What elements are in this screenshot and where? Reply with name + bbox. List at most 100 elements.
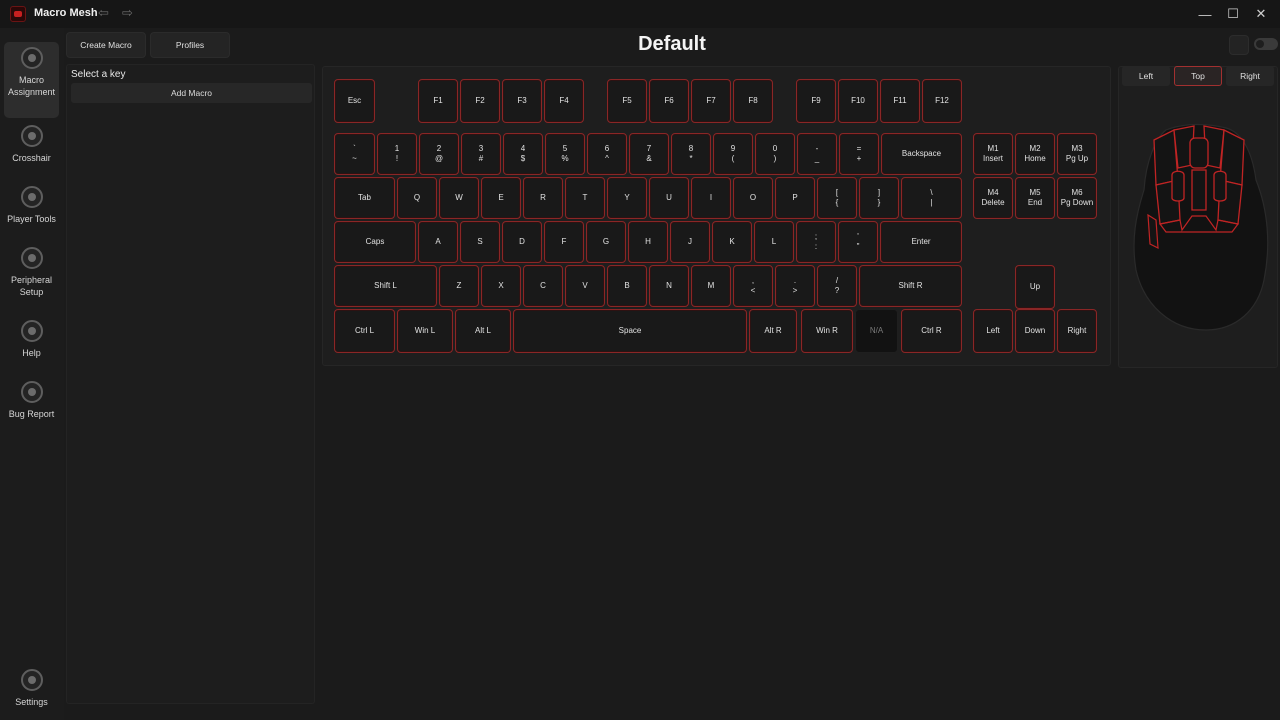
sidebar-item-help[interactable]: Help <box>4 315 59 371</box>
key-f4[interactable]: F4 <box>544 79 584 123</box>
key-0[interactable]: 0) <box>755 133 795 175</box>
key-m5-end[interactable]: M5 End <box>1015 177 1055 219</box>
key-3[interactable]: 3 # <box>461 133 501 175</box>
view-top-button[interactable]: Top <box>1174 66 1222 86</box>
key-caps[interactable]: Caps <box>334 221 416 263</box>
key-alt-l[interactable]: Alt L <box>455 309 511 353</box>
key-f9[interactable]: F9 <box>796 79 836 123</box>
mouse-center-button[interactable] <box>1191 169 1207 211</box>
key-g[interactable]: G <box>586 221 626 263</box>
key-q[interactable]: Q <box>397 177 437 219</box>
key-2[interactable]: 2 @ <box>419 133 459 175</box>
key-x[interactable]: X <box>481 265 521 307</box>
create-macro-button[interactable]: Create Macro <box>66 32 146 58</box>
sidebar-item-peripheral-setup[interactable]: Peripheral Setup <box>4 242 59 298</box>
mouse-dpi-left[interactable] <box>1171 170 1185 202</box>
key-f11[interactable]: F11 <box>880 79 920 123</box>
key-6[interactable]: 6 ^ <box>587 133 627 175</box>
key-tab[interactable]: Tab <box>334 177 395 219</box>
key-e[interactable]: E <box>481 177 521 219</box>
toggle-switch[interactable] <box>1254 38 1278 50</box>
key-ctrl-r[interactable]: Ctrl R <box>901 309 962 353</box>
key-y[interactable]: Y <box>607 177 647 219</box>
key-left[interactable]: Left <box>973 309 1013 353</box>
key-symbol[interactable]: /? <box>817 265 857 307</box>
key-space[interactable]: Space <box>513 309 747 353</box>
key-k[interactable]: K <box>712 221 752 263</box>
sidebar-item-macro-assignment[interactable]: Macro Assignment <box>4 42 59 118</box>
key-symbol[interactable]: ;: <box>796 221 836 263</box>
key-7[interactable]: 7 & <box>629 133 669 175</box>
key-l[interactable]: L <box>754 221 794 263</box>
key-f2[interactable]: F2 <box>460 79 500 123</box>
key-z[interactable]: Z <box>439 265 479 307</box>
key-f[interactable]: F <box>544 221 584 263</box>
key-d[interactable]: D <box>502 221 542 263</box>
key-4[interactable]: 4 $ <box>503 133 543 175</box>
view-right-button[interactable]: Right <box>1226 66 1274 86</box>
mouse-thumb-button[interactable] <box>1147 213 1159 250</box>
key-symbol[interactable]: \ | <box>901 177 962 219</box>
key-f7[interactable]: F7 <box>691 79 731 123</box>
key-symbol[interactable]: ` ~ <box>334 133 375 175</box>
key-w[interactable]: W <box>439 177 479 219</box>
view-left-button[interactable]: Left <box>1122 66 1170 86</box>
sidebar-item-bug-report[interactable]: Bug Report <box>4 376 59 432</box>
add-macro-button[interactable]: Add Macro <box>71 83 312 103</box>
key-n[interactable]: N <box>649 265 689 307</box>
key-m4-delete[interactable]: M4 Delete <box>973 177 1013 219</box>
key-h[interactable]: H <box>628 221 668 263</box>
sidebar-item-crosshair[interactable]: Crosshair <box>4 120 59 176</box>
key-shift-l[interactable]: Shift L <box>334 265 437 307</box>
key-m[interactable]: M <box>691 265 731 307</box>
key-esc[interactable]: Esc <box>334 79 375 123</box>
key-i[interactable]: I <box>691 177 731 219</box>
key-c[interactable]: C <box>523 265 563 307</box>
settings-square-button[interactable] <box>1229 35 1249 55</box>
key-m6-pg-down[interactable]: M6 Pg Down <box>1057 177 1097 219</box>
key-m1-insert[interactable]: M1 Insert <box>973 133 1013 175</box>
key-win-l[interactable]: Win L <box>397 309 453 353</box>
key-f3[interactable]: F3 <box>502 79 542 123</box>
key-f6[interactable]: F6 <box>649 79 689 123</box>
mouse-scroll-wheel[interactable] <box>1189 137 1209 169</box>
key-win-r[interactable]: Win R <box>801 309 853 353</box>
key-f5[interactable]: F5 <box>607 79 647 123</box>
key-symbol[interactable]: - _ <box>797 133 837 175</box>
key-alt-r[interactable]: Alt R <box>749 309 797 353</box>
key-shift-r[interactable]: Shift R <box>859 265 962 307</box>
key-5[interactable]: 5% <box>545 133 585 175</box>
key-symbol[interactable]: ' " <box>838 221 878 263</box>
sidebar-item-player-tools[interactable]: Player Tools <box>4 181 59 237</box>
key-m3-pg-up[interactable]: M3 Pg Up <box>1057 133 1097 175</box>
key-o[interactable]: O <box>733 177 773 219</box>
sidebar-item-settings[interactable]: Settings <box>4 664 59 720</box>
key-symbol[interactable]: [{ <box>817 177 857 219</box>
key-f1[interactable]: F1 <box>418 79 458 123</box>
key-j[interactable]: J <box>670 221 710 263</box>
mouse-dpi-right[interactable] <box>1213 170 1227 202</box>
key-u[interactable]: U <box>649 177 689 219</box>
key-down[interactable]: Down <box>1015 309 1055 353</box>
key-backspace[interactable]: Backspace <box>881 133 962 175</box>
key-f8[interactable]: F8 <box>733 79 773 123</box>
key-symbol[interactable]: . > <box>775 265 815 307</box>
key-enter[interactable]: Enter <box>880 221 962 263</box>
key-1[interactable]: 1! <box>377 133 417 175</box>
key-r[interactable]: R <box>523 177 563 219</box>
key-right[interactable]: Right <box>1057 309 1097 353</box>
profiles-button[interactable]: Profiles <box>150 32 230 58</box>
key-symbol[interactable]: , < <box>733 265 773 307</box>
key-f10[interactable]: F10 <box>838 79 878 123</box>
key-p[interactable]: P <box>775 177 815 219</box>
forward-arrow-icon[interactable]: ⇨ <box>122 5 133 21</box>
key-f12[interactable]: F12 <box>922 79 962 123</box>
key-9[interactable]: 9( <box>713 133 753 175</box>
key-t[interactable]: T <box>565 177 605 219</box>
key-s[interactable]: S <box>460 221 500 263</box>
key-ctrl-l[interactable]: Ctrl L <box>334 309 395 353</box>
key-up[interactable]: Up <box>1015 265 1055 309</box>
key-symbol[interactable]: ]} <box>859 177 899 219</box>
close-button[interactable]: ✕ <box>1244 0 1278 28</box>
back-arrow-icon[interactable]: ⇦ <box>98 5 109 21</box>
